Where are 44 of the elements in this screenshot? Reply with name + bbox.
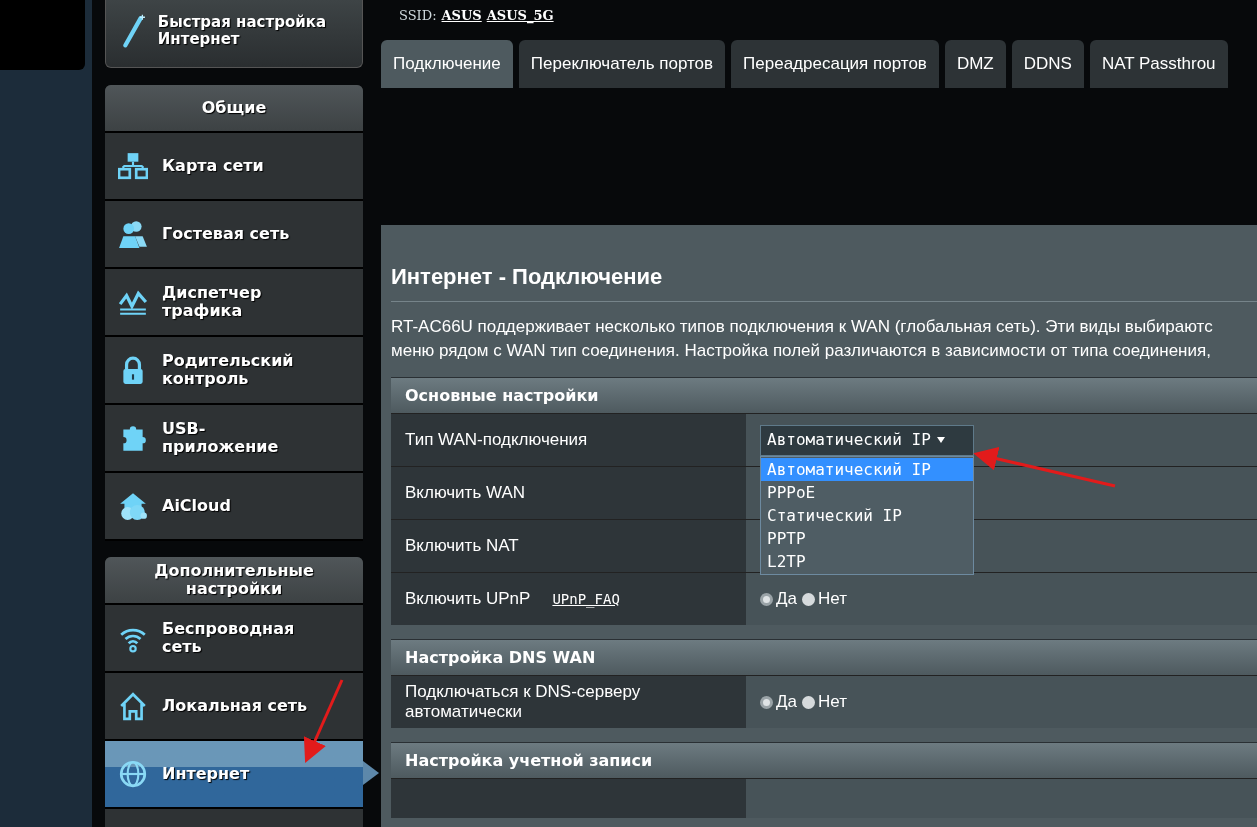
section-header: Основные настройки [391, 378, 1257, 413]
description-text: RT-AC66U поддерживает несколько типов подключения к WAN (глобальная сеть). Эти виды выбираютс [391, 316, 1214, 338]
tab[interactable]: DDNS [1011, 40, 1084, 88]
house-icon [118, 691, 148, 721]
dropdown-option[interactable]: PPTP [761, 527, 973, 550]
radio-label: Нет [817, 588, 847, 611]
ssid-link[interactable]: ASUS [441, 9, 482, 23]
people-icon [118, 219, 148, 249]
tab[interactable]: DMZ [944, 40, 1006, 88]
network-map-icon [118, 151, 148, 181]
dropdown[interactable]: Автоматический IP [760, 424, 974, 456]
wand-icon [122, 12, 146, 48]
radio-label: Нет [817, 691, 847, 714]
quick-setup-button[interactable]: Быстрая настройка Интернет [105, 0, 363, 68]
radio-label: Да [776, 691, 797, 714]
radio-label: Да [776, 588, 797, 611]
field-label: Подключаться к DNS-серверу автоматически [405, 682, 642, 722]
tab[interactable]: Переключатель портов [518, 40, 726, 88]
dropdown-option[interactable]: Статический IP [761, 504, 973, 527]
ssid-link[interactable]: ASUS_5G [486, 9, 554, 23]
dropdown-option[interactable]: L2TP [761, 550, 973, 573]
caret-icon [936, 437, 945, 443]
page-title: Интернет - Подключение [391, 263, 664, 291]
description-text: меню рядом с WAN тип соединения. Настройка полей различаются в зависимости от типа соединения, [391, 340, 1212, 362]
radio-button[interactable] [801, 695, 815, 709]
section-header: Настройка DNS WAN [391, 640, 1257, 675]
field-label: Тип WAN-подключения [405, 430, 589, 450]
sidebar-section-title: Дополнительные настройки [105, 557, 363, 605]
field-label: Включить NAT [405, 536, 520, 556]
sidebar-section-title: Общие [105, 85, 363, 133]
tab[interactable]: Переадресация портов [731, 40, 939, 88]
section-header: Настройка учетной записи [391, 743, 1257, 778]
cloud-house-icon [118, 491, 148, 521]
radio-button[interactable] [801, 592, 815, 606]
faq-link[interactable]: UPnP_FAQ [552, 588, 620, 610]
radio-button[interactable] [760, 695, 773, 709]
radio-button[interactable] [760, 592, 773, 606]
globe-icon [118, 759, 148, 789]
tab[interactable]: Подключение [381, 40, 513, 88]
field-label: Включить UPnP [405, 589, 531, 609]
tab[interactable]: NAT Passthrou [1089, 40, 1228, 88]
ssid-label: SSID: [399, 9, 437, 23]
field-label: Включить WAN [405, 483, 526, 503]
dropdown-option[interactable]: PPPoE [761, 481, 973, 504]
